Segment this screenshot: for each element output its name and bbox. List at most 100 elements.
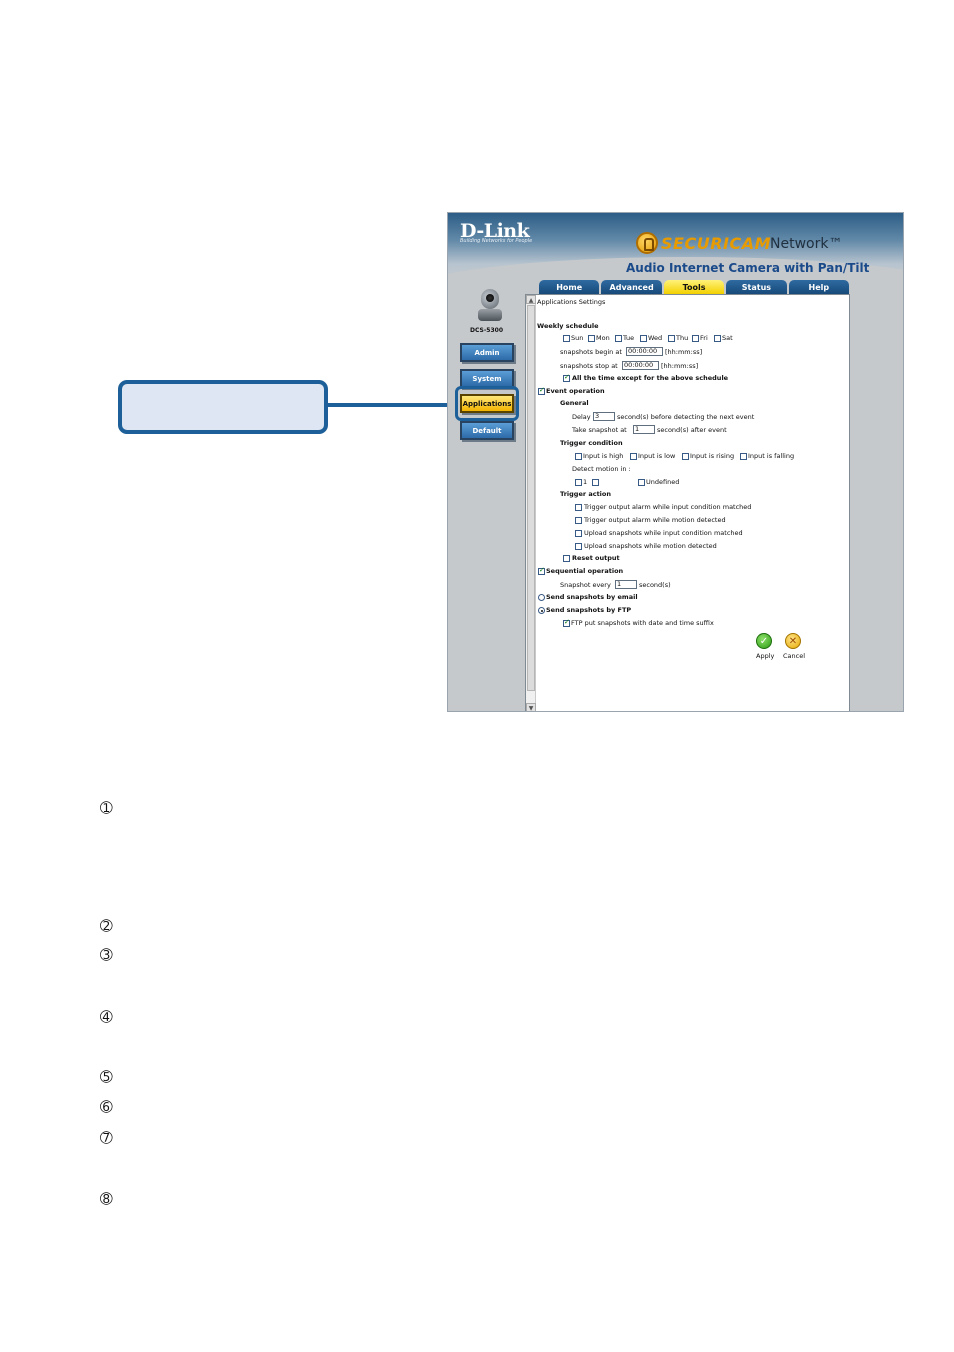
motion-label-undefined: Undefined <box>646 478 680 486</box>
tab-help[interactable]: Help <box>788 280 850 294</box>
action-label-0: Trigger output alarm while input conditi… <box>584 503 752 511</box>
day-checkbox-mon[interactable] <box>588 335 595 342</box>
snapshot-every-suffix: second(s) <box>639 581 671 589</box>
day-checkbox-tue[interactable] <box>615 335 622 342</box>
condition-checkbox-high[interactable] <box>575 453 582 460</box>
list-marker-3: ➂ <box>100 946 113 964</box>
day-label-thu: Thu <box>676 334 689 342</box>
list-marker-4: ➃ <box>100 1008 113 1026</box>
take-snapshot-input[interactable]: 1 <box>633 425 655 434</box>
tab-advanced[interactable]: Advanced <box>601 280 662 294</box>
tab-tools[interactable]: Tools <box>663 280 725 294</box>
list-marker-6: ➅ <box>100 1098 113 1116</box>
scrollbar[interactable]: ▲ ▼ <box>526 295 536 711</box>
snapshot-every-label: Snapshot every <box>560 581 611 589</box>
condition-checkbox-rising[interactable] <box>682 453 689 460</box>
day-checkbox-sat[interactable] <box>714 335 721 342</box>
day-label-sun: Sun <box>571 334 584 342</box>
day-checkbox-fri[interactable] <box>692 335 699 342</box>
tab-status[interactable]: Status <box>726 280 787 294</box>
list-marker-1: ➀ <box>100 799 113 817</box>
list-marker-8: ➇ <box>100 1190 113 1208</box>
sidebar-item-default[interactable]: Default <box>460 421 514 440</box>
sequential-operation-checkbox[interactable] <box>538 566 545 575</box>
product-logo: SECURICAM <box>661 234 772 253</box>
cancel-button[interactable]: Cancel <box>783 652 805 660</box>
send-ftp-label: Send snapshots by FTP <box>546 606 632 614</box>
motion-checkbox-2[interactable] <box>592 479 599 486</box>
trigger-condition-heading: Trigger condition <box>560 439 623 447</box>
apply-icon[interactable]: ✓ <box>756 633 772 649</box>
product-network: Network™ <box>770 236 843 252</box>
lock-icon <box>636 232 658 254</box>
action-checkbox-0[interactable] <box>575 504 582 511</box>
action-label-1: Trigger output alarm while motion detect… <box>584 516 726 524</box>
begin-label: snapshots begin at <box>560 348 622 356</box>
send-ftp-radio[interactable] <box>538 607 545 614</box>
scroll-up-icon[interactable]: ▲ <box>526 295 536 304</box>
day-checkbox-thu[interactable] <box>668 335 675 342</box>
brand-tagline: Building Networks for People <box>460 238 533 244</box>
top-tabs: Home Advanced Tools Status Help <box>539 280 851 294</box>
day-checkbox-wed[interactable] <box>640 335 647 342</box>
ftp-suffix-checkbox[interactable] <box>563 618 570 627</box>
action-checkbox-2[interactable] <box>575 530 582 537</box>
event-operation-checkbox[interactable] <box>538 386 545 395</box>
cancel-icon[interactable]: ✕ <box>785 633 801 649</box>
settings-panel: ▲ ▼ Applications Settings Weekly schedul… <box>525 294 850 711</box>
begin-time-input[interactable]: 00:00:00 <box>626 347 663 356</box>
stop-hint: [hh:mm:ss] <box>661 362 699 370</box>
scroll-thumb[interactable] <box>527 305 535 691</box>
motion-checkbox-undefined[interactable] <box>638 479 645 486</box>
list-marker-7: ➆ <box>100 1129 113 1147</box>
take-snapshot-label: Take snapshot at <box>572 426 627 434</box>
camera-icon <box>474 283 506 323</box>
day-checkbox-sun[interactable] <box>563 335 570 342</box>
callout-box <box>118 380 328 434</box>
tab-home[interactable]: Home <box>539 280 600 294</box>
reset-output-checkbox[interactable] <box>563 555 570 562</box>
condition-label-falling: Input is falling <box>748 452 795 460</box>
day-label-sat: Sat <box>722 334 733 342</box>
condition-label-high: Input is high <box>583 452 624 460</box>
sidebar-item-admin[interactable]: Admin <box>460 343 514 362</box>
scroll-down-icon[interactable]: ▼ <box>526 703 536 711</box>
delay-label: Delay <box>572 413 591 421</box>
motion-checkbox-1[interactable] <box>575 479 582 486</box>
delay-input[interactable]: 3 <box>593 412 615 421</box>
reset-output-label: Reset output <box>572 554 620 562</box>
condition-checkbox-low[interactable] <box>630 453 637 460</box>
condition-checkbox-falling[interactable] <box>740 453 747 460</box>
applications-highlight <box>455 386 519 421</box>
condition-label-rising: Input is rising <box>690 452 735 460</box>
action-checkbox-1[interactable] <box>575 517 582 524</box>
apply-button[interactable]: Apply <box>756 652 774 660</box>
condition-label-low: Input is low <box>638 452 676 460</box>
callout-connector <box>328 403 454 407</box>
product-subtitle: Audio Internet Camera with Pan/Tilt <box>626 261 870 275</box>
except-schedule-label: All the time except for the above schedu… <box>572 374 729 382</box>
action-label-3: Upload snapshots while motion detected <box>584 542 717 550</box>
sequential-operation-label: Sequential operation <box>546 567 624 575</box>
ftp-suffix-label: FTP put snapshots with date and time suf… <box>571 619 714 627</box>
begin-hint: [hh:mm:ss] <box>665 348 703 356</box>
event-operation-label: Event operation <box>546 387 605 395</box>
day-label-mon: Mon <box>596 334 610 342</box>
except-schedule-checkbox[interactable] <box>563 373 570 382</box>
send-email-label: Send snapshots by email <box>546 593 638 601</box>
day-label-wed: Wed <box>648 334 663 342</box>
trigger-action-heading: Trigger action <box>560 490 612 498</box>
stop-time-input[interactable]: 00:00:00 <box>622 361 659 370</box>
day-label-tue: Tue <box>623 334 635 342</box>
general-heading: General <box>560 399 589 407</box>
action-checkbox-3[interactable] <box>575 543 582 550</box>
detect-motion-label: Detect motion in : <box>572 465 631 473</box>
list-marker-5: ➄ <box>100 1068 113 1086</box>
day-label-fri: Fri <box>700 334 708 342</box>
snapshot-every-input[interactable]: 1 <box>615 580 637 589</box>
stop-label: snapshots stop at <box>560 362 618 370</box>
take-snapshot-suffix: second(s) after event <box>657 426 727 434</box>
send-email-radio[interactable] <box>538 594 545 601</box>
list-marker-2: ➁ <box>100 917 113 935</box>
weekly-schedule-heading: Weekly schedule <box>537 322 599 330</box>
